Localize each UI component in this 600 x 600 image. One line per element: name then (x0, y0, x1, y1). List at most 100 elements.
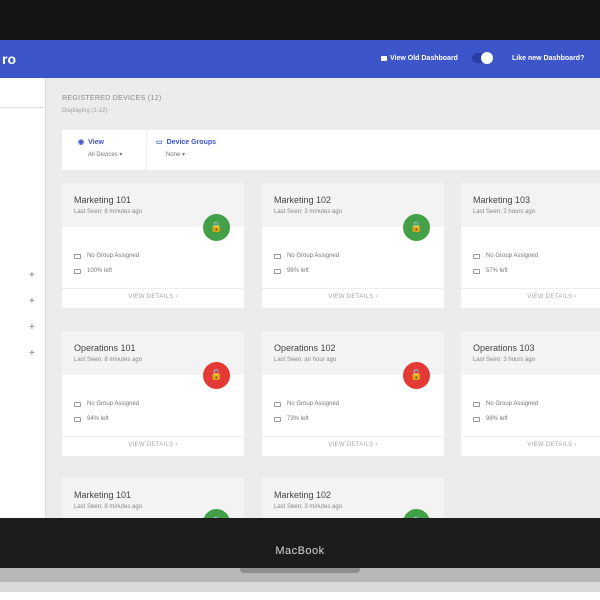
filter-bar: ◉ View All Devices ▾ ▭ Device Groups None … (62, 130, 600, 170)
device-card[interactable]: Operations 102 Last Seen: an hour ago 🔓 No … (262, 331, 444, 456)
folder-icon (473, 401, 480, 407)
view-details-button[interactable]: VIEW DETAILS › (461, 442, 600, 448)
last-seen: Last Seen: 3 hours ago (473, 357, 536, 363)
view-details-label: VIEW DETAILS (128, 442, 174, 448)
folder-icon (74, 401, 81, 407)
group-label: No Group Assigned (287, 253, 340, 259)
card-divider (262, 436, 444, 437)
group-filter[interactable]: ▭ Device Groups None ▾ (156, 138, 217, 159)
card-divider (461, 436, 600, 437)
group-row: No Group Assigned (74, 253, 139, 259)
battery-icon (274, 268, 281, 274)
dashboard-toggle[interactable] (472, 52, 493, 64)
battery-icon (74, 268, 81, 274)
view-details-button[interactable]: VIEW DETAILS › (62, 442, 244, 448)
group-label: No Group Assigned (486, 253, 539, 259)
sidebar-expand-icon[interactable]: + (29, 296, 35, 307)
battery-row: 94% left (74, 416, 109, 422)
battery-row: 73% left (274, 416, 309, 422)
device-name: Marketing 102 (274, 490, 332, 500)
chevron-right-icon: › (375, 442, 378, 448)
device-name: Operations 101 (74, 343, 136, 353)
sidebar-expand-icon[interactable]: + (29, 348, 35, 359)
group-label: No Group Assigned (486, 401, 539, 407)
last-seen: Last Seen: 2 hours ago (473, 209, 536, 215)
view-details-label: VIEW DETAILS (128, 294, 174, 300)
view-details-label: VIEW DETAILS (328, 442, 374, 448)
battery-icon (274, 416, 281, 422)
device-name: Marketing 101 (74, 490, 132, 500)
folder-icon (274, 401, 281, 407)
chevron-right-icon: › (175, 294, 178, 300)
device-name: Marketing 101 (74, 195, 132, 205)
lock-status-icon[interactable]: 🔒 (203, 214, 230, 241)
view-details-button[interactable]: VIEW DETAILS › (461, 294, 600, 300)
app-bar: ro View Old Dashboard Like new Dashboard… (0, 40, 600, 78)
battery-row: 57% left (473, 268, 508, 274)
group-label: No Group Assigned (87, 401, 140, 407)
folder-icon (274, 253, 281, 259)
last-seen: Last Seen: 3 minutes ago (274, 504, 343, 510)
last-seen: Last Seen: 8 minutes ago (74, 504, 143, 510)
battery-icon (74, 416, 81, 422)
chevron-down-icon: ▾ (182, 152, 186, 158)
device-card[interactable]: Marketing 102Last Seen: 3 minutes ago🔒 (262, 478, 444, 518)
lock-status-icon[interactable]: 🔒 (403, 214, 430, 241)
sidebar-divider (0, 107, 45, 108)
device-label: MacBook (275, 545, 325, 557)
laptop-bottom-bezel (0, 518, 600, 568)
lock-status-icon[interactable]: 🔓 (403, 362, 430, 389)
battery-label: 94% left (87, 416, 109, 422)
screen: ro View Old Dashboard Like new Dashboard… (0, 40, 600, 518)
device-card[interactable]: Marketing 101Last Seen: 8 minutes ago🔒 (62, 478, 244, 518)
toggle-knob (481, 52, 493, 64)
battery-label: 73% left (287, 416, 309, 422)
lock-status-icon[interactable]: 🔓 (203, 362, 230, 389)
card-header (461, 183, 600, 227)
device-card[interactable]: Marketing 102 Last Seen: 3 minutes ago 🔒 No… (262, 183, 444, 308)
filter-divider (146, 130, 147, 170)
view-details-button[interactable]: VIEW DETAILS › (62, 294, 244, 300)
group-filter-label: Device Groups (166, 138, 217, 146)
last-seen: Last Seen: 3 minutes ago (274, 209, 343, 215)
device-card[interactable]: Marketing 101 Last Seen: 8 minutes ago 🔒 No… (62, 183, 244, 308)
device-name: Marketing 103 (473, 195, 531, 205)
battery-label: 100% left (87, 268, 113, 274)
device-name: Operations 102 (274, 343, 336, 353)
view-filter[interactable]: ◉ View All Devices ▾ (78, 138, 123, 159)
group-filter-value: None (166, 152, 181, 158)
device-card[interactable]: Operations 101 Last Seen: 8 minutes ago 🔓 N… (62, 331, 244, 456)
view-details-button[interactable]: VIEW DETAILS › (262, 294, 444, 300)
group-row: No Group Assigned (473, 253, 538, 259)
group-row: No Group Assigned (473, 401, 538, 407)
folder-icon: ▭ (156, 139, 163, 146)
card-divider (62, 288, 244, 289)
battery-icon (473, 416, 480, 422)
view-details-button[interactable]: VIEW DETAILS › (262, 442, 444, 448)
view-old-dashboard-label: View Old Dashboard (390, 55, 458, 62)
page-title: REGISTERED DEVICES (12) (62, 95, 162, 102)
sidebar: + + + + (0, 78, 46, 518)
device-card[interactable]: Operations 103Last Seen: 3 hours ago🔒No … (461, 331, 600, 456)
view-old-dashboard-link[interactable]: View Old Dashboard (381, 55, 458, 62)
battery-row: 100% left (74, 268, 112, 274)
group-row: No Group Assigned (274, 401, 339, 407)
chevron-right-icon: › (175, 442, 178, 448)
device-name: Marketing 102 (274, 195, 332, 205)
like-new-dashboard-link[interactable]: Like new Dashboard? (512, 55, 584, 62)
sidebar-expand-icon[interactable]: + (29, 322, 35, 333)
battery-label: 57% left (486, 268, 508, 274)
page-subtitle: Displaying (1-12) (62, 108, 108, 114)
brand-name: ro (2, 51, 16, 67)
battery-row: 98% left (274, 268, 309, 274)
chevron-down-icon: ▾ (119, 152, 123, 158)
view-details-label: VIEW DETAILS (527, 294, 573, 300)
folder-icon (74, 253, 81, 259)
chevron-right-icon: › (574, 294, 577, 300)
device-card[interactable]: Marketing 103Last Seen: 2 hours ago🔒No G… (461, 183, 600, 308)
last-seen: Last Seen: 8 minutes ago (74, 357, 143, 363)
monitor-icon (381, 56, 387, 61)
group-label: No Group Assigned (87, 253, 140, 259)
sidebar-expand-icon[interactable]: + (29, 270, 35, 281)
chevron-right-icon: › (574, 442, 577, 448)
